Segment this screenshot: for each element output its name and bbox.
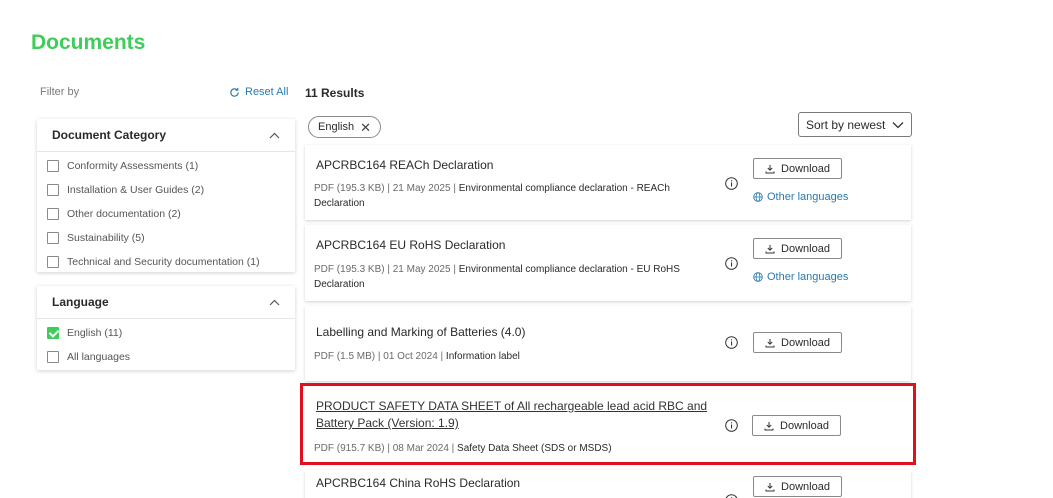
download-label: Download [781, 242, 830, 255]
document-meta: PDF (1.5 MB) | 01 Oct 2024 | Information… [314, 349, 709, 364]
download-label: Download [781, 336, 830, 349]
download-button[interactable]: Download [753, 476, 842, 497]
highlight-box [300, 383, 916, 465]
category-option-technical[interactable]: Technical and Security documentation (1) [37, 250, 295, 274]
chevron-up-icon [269, 299, 280, 305]
download-icon [765, 244, 775, 253]
checkbox[interactable] [47, 351, 59, 363]
refresh-icon [230, 87, 239, 97]
option-label: English (11) [67, 327, 123, 339]
other-languages-link[interactable]: Other languages [753, 191, 848, 203]
document-title[interactable]: Labelling and Marking of Batteries (4.0) [316, 325, 525, 339]
chevron-up-icon [269, 132, 280, 138]
option-label: Conformity Assessments (1) [67, 160, 199, 172]
document-type: Information label [445, 351, 520, 362]
info-icon[interactable] [725, 494, 738, 498]
document-meta-text: PDF (195.3 KB) | 21 May 2025 | [314, 183, 459, 194]
sort-dropdown[interactable]: Sort by newest [798, 112, 912, 137]
close-icon[interactable]: ✕ [360, 121, 371, 134]
results-count: 11 Results [305, 86, 365, 100]
language-title: Language [52, 295, 109, 309]
filter-by-label: Filter by [40, 86, 80, 98]
info-icon[interactable] [725, 257, 738, 270]
language-panel: Language English (11) All languages [37, 286, 295, 370]
category-option-installation[interactable]: Installation & User Guides (2) [37, 178, 295, 202]
option-label: Sustainability (5) [67, 232, 145, 244]
document-card: APCRBC164 China RoHS Declaration Downloa… [305, 470, 911, 498]
download-label: Download [781, 480, 830, 493]
document-category-header[interactable]: Document Category [37, 119, 295, 152]
document-title[interactable]: APCRBC164 China RoHS Declaration [316, 476, 520, 490]
other-languages-link[interactable]: Other languages [753, 271, 848, 283]
option-label: Installation & User Guides (2) [67, 184, 205, 196]
sort-label: Sort by newest [806, 117, 886, 132]
active-filter-chip[interactable]: English ✕ [308, 116, 381, 138]
language-option-all[interactable]: All languages [37, 345, 295, 369]
checkbox[interactable] [47, 160, 59, 172]
download-button[interactable]: Download [753, 238, 842, 259]
document-meta: PDF (195.3 KB) | 21 May 2025 | Environme… [314, 181, 709, 211]
checkbox[interactable] [47, 208, 59, 220]
language-header[interactable]: Language [37, 286, 295, 319]
document-meta-text: PDF (195.3 KB) | 21 May 2025 | [314, 264, 459, 275]
reset-all-button[interactable]: Reset All [229, 86, 288, 98]
other-languages-label: Other languages [767, 271, 849, 283]
other-languages-label: Other languages [767, 191, 849, 203]
document-card: APCRBC164 EU RoHS Declaration PDF (195.3… [305, 225, 911, 301]
download-icon [765, 338, 775, 347]
language-option-english[interactable]: English (11) [37, 321, 295, 345]
checkbox[interactable] [47, 184, 59, 196]
download-button[interactable]: Download [753, 158, 842, 179]
chevron-down-icon [892, 121, 904, 128]
download-icon [765, 482, 775, 491]
option-label: All languages [67, 351, 131, 363]
category-option-sustainability[interactable]: Sustainability (5) [37, 226, 295, 250]
document-meta: PDF (195.3 KB) | 21 May 2025 | Environme… [314, 262, 709, 292]
option-label: Technical and Security documentation (1) [67, 256, 260, 268]
globe-icon [753, 192, 763, 202]
globe-icon [753, 272, 763, 282]
document-category-title: Document Category [52, 128, 167, 142]
checkbox[interactable] [47, 232, 59, 244]
reset-all-label: Reset All [245, 86, 289, 98]
document-category-panel: Document Category Conformity Assessments… [37, 119, 295, 272]
download-button[interactable]: Download [753, 332, 842, 353]
document-card: Labelling and Marking of Batteries (4.0)… [305, 306, 911, 381]
document-title[interactable]: APCRBC164 EU RoHS Declaration [316, 238, 505, 252]
info-icon[interactable] [725, 177, 738, 190]
info-icon[interactable] [725, 336, 738, 349]
page-title: Documents [31, 31, 146, 54]
option-label: Other documentation (2) [67, 208, 181, 220]
checkbox[interactable] [47, 256, 59, 268]
chip-label: English [318, 121, 355, 133]
document-title[interactable]: APCRBC164 REACh Declaration [316, 158, 493, 172]
download-icon [765, 164, 775, 173]
category-option-conformity[interactable]: Conformity Assessments (1) [37, 154, 295, 178]
document-meta-text: PDF (1.5 MB) | 01 Oct 2024 | [314, 351, 446, 362]
document-card: APCRBC164 REACh Declaration PDF (195.3 K… [305, 145, 911, 220]
checkbox-checked[interactable] [47, 327, 59, 339]
category-option-other[interactable]: Other documentation (2) [37, 202, 295, 226]
download-label: Download [781, 162, 830, 175]
